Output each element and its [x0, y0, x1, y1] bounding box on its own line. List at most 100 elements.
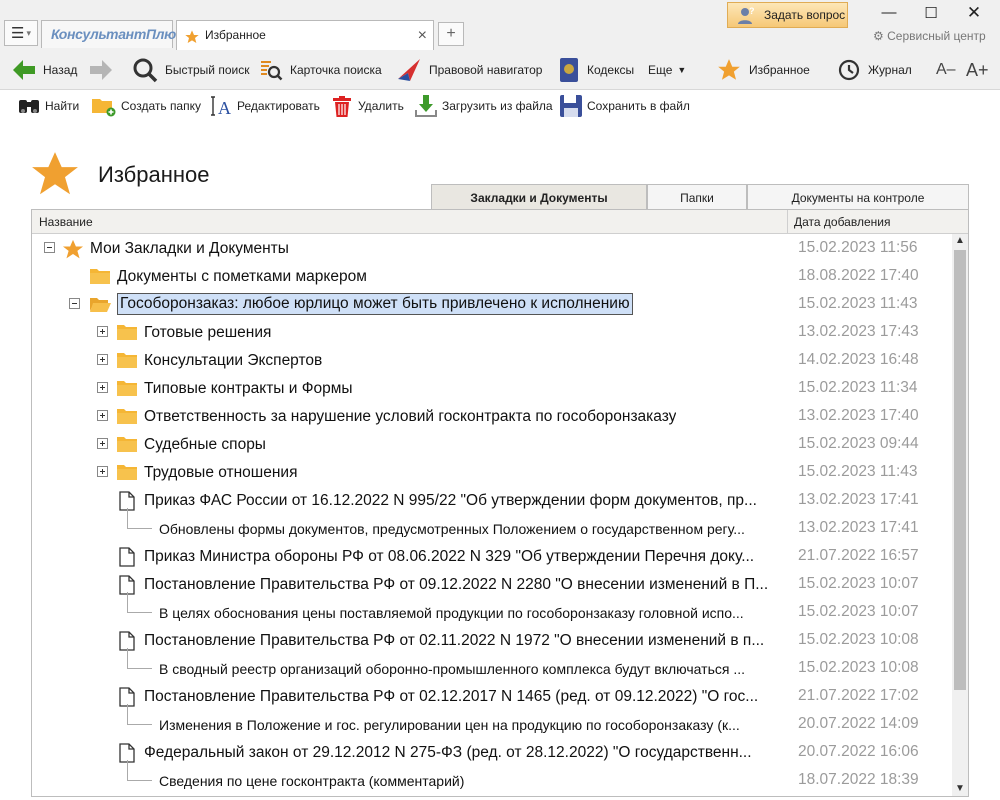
- folder-row[interactable]: Гособоронзаказ: любое юрлицо может быть …: [32, 290, 952, 318]
- expand-icon[interactable]: [97, 410, 108, 421]
- row-date: 15.02.2023 10:07: [798, 575, 919, 592]
- row-label[interactable]: Федеральный закон от 29.12.2012 N 275-ФЗ…: [144, 743, 752, 762]
- row-date: 14.02.2023 16:48: [798, 351, 919, 368]
- row-label[interactable]: Консультации Экспертов: [144, 351, 322, 370]
- expand-icon[interactable]: [97, 326, 108, 337]
- expand-icon[interactable]: [97, 466, 108, 477]
- legal-navigator-button[interactable]: Правовой навигатор: [396, 50, 542, 90]
- folder-row[interactable]: Трудовые отношения 15.02.2023 11:43: [32, 458, 952, 486]
- folder-icon: [116, 379, 138, 402]
- row-label[interactable]: Ответственность за нарушение условий гос…: [144, 407, 676, 426]
- journal-button[interactable]: Журнал: [837, 50, 912, 90]
- trash-icon: [333, 96, 351, 117]
- back-button[interactable]: Назад: [12, 50, 77, 90]
- row-date: 15.02.2023 09:44: [798, 435, 919, 452]
- expand-icon[interactable]: [97, 354, 108, 365]
- tab-bookmarks-documents[interactable]: Закладки и Документы: [431, 184, 647, 211]
- scroll-down-arrow-icon[interactable]: ▼: [952, 782, 968, 796]
- bookmark-row[interactable]: Сведения по цене госконтракта (комментар…: [32, 760, 952, 794]
- row-date: 15.02.2023 11:34: [798, 379, 918, 396]
- save-to-file-button[interactable]: Сохранить в файл: [559, 90, 690, 122]
- edit-button[interactable]: A Редактировать: [209, 90, 320, 122]
- forward-button[interactable]: [88, 50, 121, 90]
- row-label[interactable]: Изменения в Положение и гос. регулирован…: [159, 716, 740, 735]
- close-tab-icon[interactable]: ×: [418, 21, 427, 50]
- load-from-file-button[interactable]: Загрузить из файла: [414, 90, 553, 122]
- favorites-button[interactable]: Избранное: [716, 50, 810, 90]
- expand-icon[interactable]: [97, 382, 108, 393]
- document-row[interactable]: Федеральный закон от 29.12.2012 N 275-ФЗ…: [32, 738, 952, 766]
- row-label[interactable]: Судебные споры: [144, 435, 266, 454]
- bookmark-row[interactable]: В сводный реестр организаций оборонно-пр…: [32, 648, 952, 682]
- bookmark-row[interactable]: Изменения в Положение и гос. регулирован…: [32, 704, 952, 738]
- folder-row[interactable]: Консультации Экспертов 14.02.2023 16:48: [32, 346, 952, 374]
- tab-folders[interactable]: Папки: [647, 184, 747, 210]
- download-arrow-icon: [415, 95, 437, 117]
- quick-search-button[interactable]: Быстрый поиск: [132, 50, 249, 90]
- delete-button[interactable]: Удалить: [330, 90, 404, 122]
- row-label[interactable]: Мои Закладки и Документы: [90, 239, 289, 258]
- row-label[interactable]: Типовые контракты и Формы: [144, 379, 353, 398]
- tab-favorites[interactable]: Избранное ×: [176, 20, 434, 50]
- expand-icon[interactable]: [97, 438, 108, 449]
- row-date: 20.07.2022 14:09: [798, 715, 919, 732]
- minimize-button[interactable]: —: [879, 4, 899, 21]
- ask-question-label: Задать вопрос: [764, 8, 846, 22]
- row-label[interactable]: Приказ ФАС России от 16.12.2022 N 995/22…: [144, 491, 757, 510]
- service-center-link[interactable]: ⚙ Сервисный центр: [873, 29, 986, 43]
- row-label[interactable]: Сведения по цене госконтракта (комментар…: [159, 772, 464, 791]
- font-increase-button[interactable]: A+: [966, 50, 989, 90]
- ask-question-button[interactable]: ? Задать вопрос: [727, 2, 848, 28]
- row-label[interactable]: Постановление Правительства РФ от 02.12.…: [144, 687, 758, 706]
- folder-row[interactable]: Судебные споры 15.02.2023 09:44: [32, 430, 952, 458]
- row-label[interactable]: Документы с пометками маркером: [117, 267, 367, 286]
- binoculars-icon: [19, 100, 39, 113]
- folder-row[interactable]: Ответственность за нарушение условий гос…: [32, 402, 952, 430]
- vertical-scrollbar[interactable]: ▲ ▼: [952, 234, 968, 796]
- font-decrease-button[interactable]: A–: [936, 50, 956, 90]
- row-label[interactable]: В сводный реестр организаций оборонно-пр…: [159, 660, 745, 679]
- row-label[interactable]: Гособоронзаказ: любое юрлицо может быть …: [117, 293, 633, 315]
- create-folder-button[interactable]: Создать папку: [91, 90, 201, 122]
- more-dropdown[interactable]: Еще ▼: [648, 50, 686, 90]
- row-date: 20.07.2022 16:06: [798, 743, 919, 760]
- row-label[interactable]: Постановление Правительства РФ от 09.12.…: [144, 575, 768, 594]
- document-row[interactable]: Постановление Правительства РФ от 02.11.…: [32, 626, 952, 654]
- folder-row[interactable]: Типовые контракты и Формы 15.02.2023 11:3…: [32, 374, 952, 402]
- row-label[interactable]: Трудовые отношения: [144, 463, 297, 482]
- row-date: 15.02.2023 10:08: [798, 631, 919, 648]
- folder-row[interactable]: Мои Закладки и Документы 15.02.2023 11:56: [32, 234, 952, 262]
- find-button[interactable]: Найти: [17, 90, 79, 122]
- bookmark-row[interactable]: В целях обоснования цены поставляемой пр…: [32, 592, 952, 626]
- tab-documents-on-control[interactable]: Документы на контроле: [747, 184, 969, 210]
- row-label[interactable]: Постановление Правительства РФ от 02.11.…: [144, 631, 764, 650]
- scroll-up-arrow-icon[interactable]: ▲: [952, 234, 968, 248]
- collapse-icon[interactable]: [69, 298, 80, 309]
- folder-row[interactable]: Документы с пометками маркером 18.08.2022…: [32, 262, 952, 290]
- document-row[interactable]: Приказ Министра обороны РФ от 08.06.2022…: [32, 542, 952, 570]
- row-label[interactable]: В целях обоснования цены поставляемой пр…: [159, 604, 744, 623]
- row-label[interactable]: Приказ Министра обороны РФ от 08.06.2022…: [144, 547, 754, 566]
- search-icon: [133, 58, 158, 83]
- collapse-icon[interactable]: [44, 242, 55, 253]
- close-window-button[interactable]: ✕: [964, 3, 984, 23]
- document-row[interactable]: Постановление Правительства РФ от 02.12.…: [32, 682, 952, 710]
- scrollbar-thumb[interactable]: [954, 250, 966, 690]
- document-row[interactable]: Приказ ФАС России от 16.12.2022 N 995/22…: [32, 486, 952, 514]
- document-icon: [119, 547, 135, 572]
- column-divider[interactable]: [787, 210, 788, 234]
- consultant-logo-tab[interactable]: КонсультантПлюс: [41, 20, 184, 48]
- column-header-date[interactable]: Дата добавления: [794, 215, 890, 229]
- row-label[interactable]: Готовые решения: [144, 323, 271, 342]
- row-label[interactable]: Обновлены формы документов, предусмотрен…: [159, 520, 745, 539]
- maximize-button[interactable]: ☐: [921, 4, 941, 22]
- column-header-name[interactable]: Название: [39, 215, 93, 229]
- new-tab-button[interactable]: +: [438, 22, 464, 46]
- bookmark-row[interactable]: Обновлены формы документов, предусмотрен…: [32, 508, 952, 542]
- main-menu-button[interactable]: ☰ ▾: [4, 20, 38, 46]
- search-card-button[interactable]: Карточка поиска: [259, 50, 382, 90]
- codes-button[interactable]: Кодексы: [558, 50, 634, 90]
- document-row[interactable]: Постановление Правительства РФ от 09.12.…: [32, 570, 952, 598]
- folder-row[interactable]: Готовые решения 13.02.2023 17:43: [32, 318, 952, 346]
- tree-connector: [127, 648, 152, 669]
